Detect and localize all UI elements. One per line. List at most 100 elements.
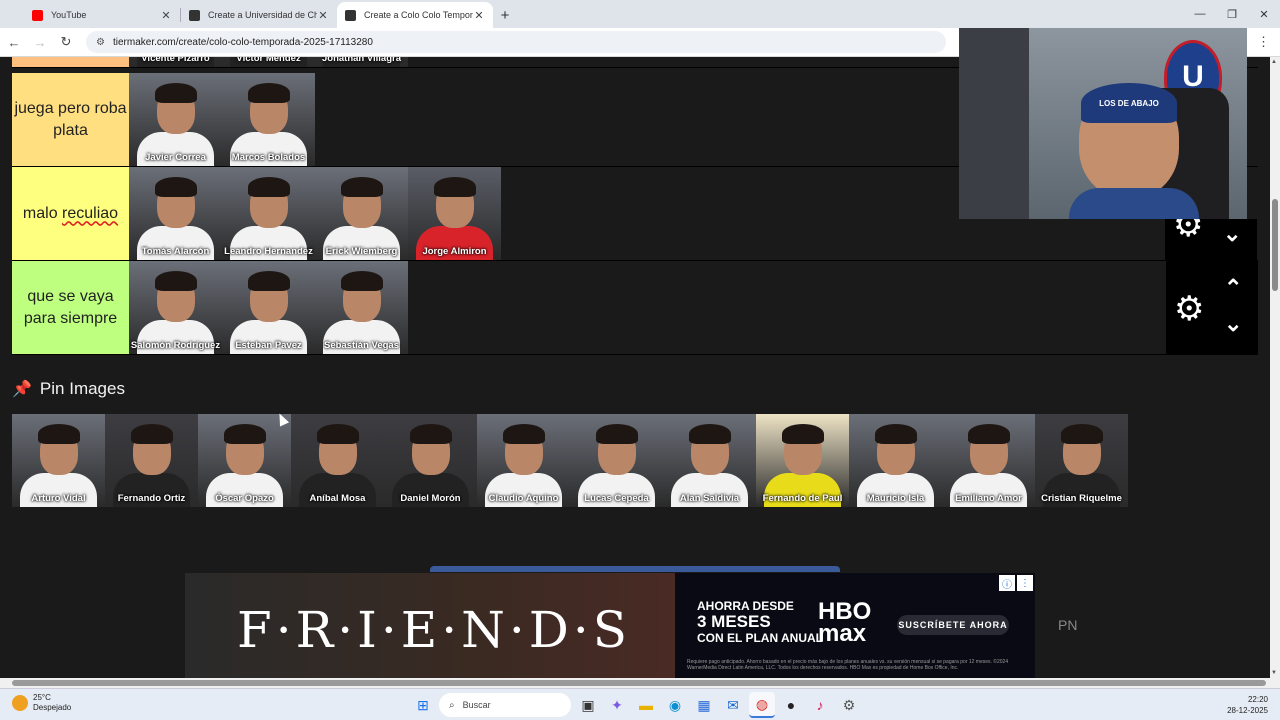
- save-button-partial[interactable]: [430, 566, 840, 572]
- player-card[interactable]: Daniel Morón: [384, 414, 477, 507]
- tab-close-icon[interactable]: ✕: [473, 9, 485, 22]
- window-controls: — ❐ ✕: [1184, 0, 1280, 28]
- ad-options-icon[interactable]: ⋮: [1017, 575, 1033, 591]
- player-card[interactable]: Javier Correa: [129, 73, 222, 166]
- player-name: Claudio Aquino: [488, 493, 559, 504]
- url-text: tiermaker.com/create/colo-colo-temporada…: [112, 36, 373, 48]
- player-hair: [340, 271, 383, 291]
- player-card[interactable]: Fernando de Paul: [756, 414, 849, 507]
- ad-cta-button[interactable]: SUSCRÍBETE AHORA: [897, 615, 1009, 635]
- close-window-button[interactable]: ✕: [1248, 0, 1280, 28]
- player-hair: [688, 424, 731, 444]
- player-hair: [874, 424, 917, 444]
- player-name: Arturo Vidal: [31, 493, 86, 504]
- edge-icon[interactable]: ◉: [662, 692, 688, 718]
- back-icon[interactable]: ←: [2, 35, 26, 50]
- player-card[interactable]: Leandro Hernandez: [222, 167, 315, 260]
- weather-widget[interactable]: 25°C Despejado: [12, 693, 71, 713]
- file-explorer-icon[interactable]: ▬: [633, 692, 659, 718]
- outlook-icon[interactable]: ✉: [720, 692, 746, 718]
- tab-title: Create a Colo Colo Temporada: [364, 10, 473, 20]
- player-name: Cristian Riquelme: [1041, 493, 1122, 504]
- ad-promo-line2: 3 MESES: [697, 612, 771, 631]
- player-hair: [409, 424, 452, 444]
- player-card[interactable]: Mauricio Isla: [849, 414, 942, 507]
- player-card[interactable]: Óscar Opazo: [198, 414, 291, 507]
- obs-icon[interactable]: ●: [778, 692, 804, 718]
- player-card[interactable]: Jorge Almiron: [408, 167, 501, 260]
- player-hair: [130, 424, 173, 444]
- player-card[interactable]: Erick Wiemberg: [315, 167, 408, 260]
- site-info-icon[interactable]: ⚙: [96, 37, 105, 48]
- tier-label[interactable]: juega pero roba plata: [12, 73, 129, 166]
- maximize-button[interactable]: ❐: [1216, 0, 1248, 28]
- player-name: Vicente Pizarro: [141, 57, 210, 64]
- vertical-scrollbar[interactable]: ▲ ▼: [1270, 57, 1280, 678]
- scroll-down-icon[interactable]: ▼: [1271, 670, 1277, 676]
- browser-menu-icon[interactable]: ⋮: [1257, 34, 1270, 50]
- minimize-button[interactable]: —: [1184, 0, 1216, 28]
- move-up-icon[interactable]: ⌃: [1224, 275, 1242, 301]
- player-hair: [316, 424, 359, 444]
- player-card[interactable]: Vicente Pizarro: [129, 57, 222, 67]
- tab-close-icon[interactable]: ✕: [160, 9, 172, 22]
- ad-info-icon[interactable]: ⓘ: [999, 575, 1015, 591]
- browser-tab[interactable]: Create a Colo Colo Temporada✕: [337, 2, 493, 28]
- tab-close-icon[interactable]: ✕: [317, 9, 329, 22]
- url-field[interactable]: ⚙ tiermaker.com/create/colo-colo-tempora…: [86, 31, 946, 53]
- scrollbar-thumb[interactable]: [1272, 199, 1278, 291]
- player-card[interactable]: Aníbal Mosa: [291, 414, 384, 507]
- player-hair: [154, 271, 197, 291]
- player-hair: [781, 424, 824, 444]
- player-hair: [502, 424, 545, 444]
- player-hair: [1060, 424, 1103, 444]
- player-card[interactable]: Fernando Ortiz: [105, 414, 198, 507]
- tier-label[interactable]: que se vaya para siempre: [12, 261, 129, 354]
- task-view-icon[interactable]: ▣: [575, 692, 601, 718]
- player-card[interactable]: Tomás Alarcón: [129, 167, 222, 260]
- advertisement-banner[interactable]: F·R·I·E·N·D·S AHORRA DESDE 3 MESES CON E…: [185, 573, 1035, 678]
- player-card[interactable]: Cristian Riquelme: [1035, 414, 1128, 507]
- system-clock[interactable]: 22:20 28-12-2025: [1227, 694, 1268, 716]
- player-card[interactable]: Claudio Aquino: [477, 414, 570, 507]
- player-card[interactable]: Arturo Vidal: [12, 414, 105, 507]
- windows-start-icon[interactable]: ⊞: [410, 692, 436, 718]
- player-card[interactable]: Emiliano Amor: [942, 414, 1035, 507]
- new-tab-button[interactable]: +: [493, 2, 517, 28]
- tier-label-misspelled-word: reculiao: [62, 204, 119, 222]
- horizontal-scrollbar[interactable]: [0, 678, 1280, 688]
- taskbar-search[interactable]: ⌕ Buscar: [439, 693, 571, 717]
- tiktok-icon[interactable]: ♪: [807, 692, 833, 718]
- tier-label[interactable]: malo reculiao: [12, 167, 129, 260]
- store-icon[interactable]: ▦: [691, 692, 717, 718]
- tier-label[interactable]: [12, 57, 129, 67]
- copilot-icon[interactable]: ✦: [604, 692, 630, 718]
- player-card[interactable]: Alan Saldivia: [663, 414, 756, 507]
- settings-icon[interactable]: ⚙: [836, 692, 862, 718]
- player-name: Jonathan Villagra: [321, 57, 401, 64]
- player-card[interactable]: Jonathan Villagra: [315, 57, 408, 67]
- move-down-icon[interactable]: ⌄: [1223, 221, 1241, 247]
- reload-icon[interactable]: ↻: [54, 34, 78, 50]
- browser-tab[interactable]: YouTube ✕: [24, 2, 180, 28]
- player-card[interactable]: Esteban Pavez: [222, 261, 315, 354]
- tier-items: Javier Correa Marcos Bolados: [129, 73, 315, 166]
- move-down-icon[interactable]: ⌄: [1224, 311, 1242, 337]
- forward-icon[interactable]: →: [28, 35, 52, 50]
- browser-tab[interactable]: Create a Universidad de Chile Ti✕: [181, 2, 337, 28]
- player-card[interactable]: Víctor Méndez: [222, 57, 315, 67]
- gear-icon[interactable]: ⚙: [1174, 289, 1204, 329]
- player-card[interactable]: Lucas Cepeda: [570, 414, 663, 507]
- ad-brand: HBO max: [818, 600, 871, 646]
- player-card[interactable]: Salomón Rodríguez: [129, 261, 222, 354]
- pin-images-row: Arturo Vidal Fernando Ortiz Óscar Opazo Aní…: [12, 414, 1128, 507]
- tier-items: Tomás Alarcón Leandro Hernandez Erick Wiem…: [129, 167, 501, 260]
- player-name: Marcos Bolados: [231, 152, 306, 163]
- player-card[interactable]: Sebastián Vegas: [315, 261, 408, 354]
- player-name: Mauricio Isla: [866, 493, 925, 504]
- scroll-up-icon[interactable]: ▲: [1271, 59, 1277, 65]
- hscrollbar-thumb[interactable]: [12, 680, 1266, 686]
- ad-side-text: PN: [1058, 617, 1078, 633]
- player-card[interactable]: Marcos Bolados: [222, 73, 315, 166]
- chrome-icon[interactable]: ◍: [749, 692, 775, 718]
